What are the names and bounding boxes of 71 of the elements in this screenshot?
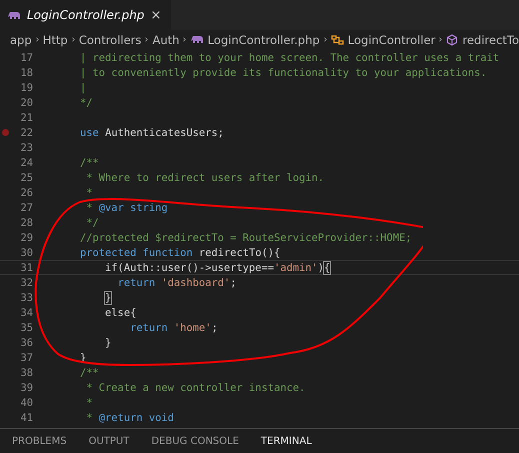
breadcrumb-item[interactable]: app [10, 32, 32, 46]
chevron-icon [36, 35, 39, 44]
line-number: 17 [19, 52, 33, 64]
line-number: 30 [19, 246, 33, 258]
line-number: 40 [19, 396, 33, 408]
line-number: 23 [19, 142, 33, 154]
line-number: 34 [19, 306, 33, 318]
panel-tab[interactable]: PROBLEMS [12, 436, 67, 446]
line-number: 27 [19, 202, 33, 214]
chevron-icon [183, 35, 187, 44]
code-line: * [85, 186, 93, 198]
code-line: protected function redirectTo(){ [79, 246, 280, 258]
breakpoint-dot[interactable] [2, 129, 9, 136]
line-number: 39 [19, 382, 33, 394]
line-number: 22 [19, 126, 33, 138]
cube-icon [446, 34, 458, 46]
code-line: * Where to redirect users after login. [85, 172, 324, 184]
line-number: 21 [19, 112, 33, 124]
line-number: 32 [19, 276, 33, 288]
breadcrumb-item[interactable]: Auth [152, 32, 180, 46]
breadcrumb-item[interactable]: Http [42, 32, 68, 46]
breadcrumb-item[interactable]: redirectTo [462, 32, 519, 46]
code-line: /** [79, 366, 99, 378]
close-icon[interactable]: × [150, 8, 162, 22]
line-number: 37 [19, 352, 33, 364]
breadcrumb-item[interactable]: LoginController.php [208, 32, 320, 46]
code-line: //protected $redirectTo = RouteServiceProvider::HOME; [79, 232, 412, 244]
chevron-icon [324, 35, 327, 44]
editor-tab[interactable]: LoginController.php × [0, 0, 172, 30]
code-line: return 'home'; [129, 322, 218, 334]
code-line: | [79, 82, 86, 94]
class-icon [330, 34, 344, 46]
line-number: 35 [19, 322, 33, 334]
line-number: 24 [19, 156, 33, 168]
breadcrumb-item[interactable]: Controllers [78, 32, 142, 46]
code-line: } [104, 336, 112, 348]
code-line: * @var string [85, 202, 168, 214]
code-line: return 'dashboard'; [116, 276, 236, 288]
code-line: | to conveniently provide its functionality to your applications. [79, 66, 487, 78]
code-line: */ [79, 96, 93, 108]
code-line: * @return void [85, 412, 174, 424]
code-line: */ [85, 216, 99, 228]
line-number: 20 [19, 96, 33, 108]
code-line: * [85, 396, 93, 408]
code-line: /** [79, 156, 99, 168]
code-line: | redirecting them to your home screen. The controller uses a trait [79, 52, 500, 64]
line-number: 26 [19, 186, 33, 198]
elephant-icon [190, 35, 204, 44]
line-number: 19 [19, 82, 33, 94]
code-line: if(Auth::user()->usertype=='admin'){ [104, 262, 330, 274]
line-number: 18 [19, 66, 33, 78]
breadcrumb-item[interactable]: LoginController [348, 32, 436, 46]
line-number: 25 [19, 172, 33, 184]
line-number: 28 [19, 216, 33, 228]
line-number: 33 [19, 292, 33, 304]
line-number: 38 [19, 366, 33, 378]
line-number: 29 [19, 232, 33, 244]
code-line: use AuthenticatesUsers; [79, 126, 224, 138]
line-number: 36 [19, 336, 33, 348]
panel-tab[interactable]: TERMINAL [260, 436, 312, 446]
chevron-icon [72, 35, 75, 44]
code-line: else{ [104, 306, 136, 318]
chevron-icon [145, 35, 149, 44]
panel-tab[interactable]: OUTPUT [88, 436, 130, 446]
code-line: } [104, 292, 112, 304]
elephant-icon [8, 10, 21, 20]
code-line: * Create a new controller instance. [85, 382, 306, 394]
line-number: 41 [19, 412, 33, 424]
line-number: 31 [19, 262, 33, 274]
chevron-icon [439, 35, 442, 44]
panel-tab[interactable]: DEBUG CONSOLE [151, 436, 239, 446]
